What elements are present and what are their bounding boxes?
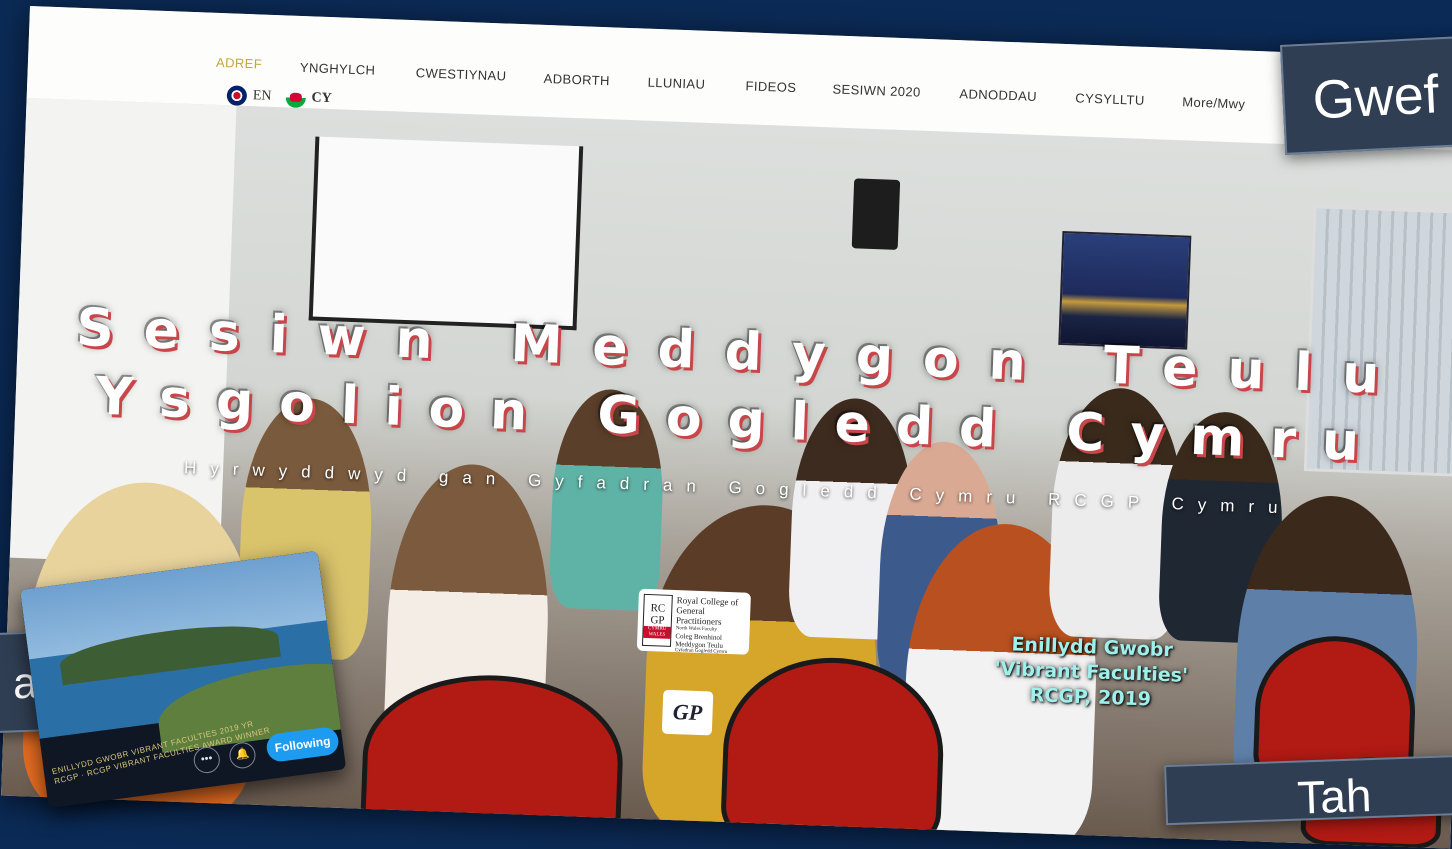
language-en[interactable]: EN bbox=[253, 88, 272, 105]
rcgp-logo: RC GP CYMRU WALES Royal College of Gener… bbox=[636, 588, 751, 655]
rcgp-mark-line3: CYMRU WALES bbox=[643, 625, 671, 639]
nav-item-adnoddau[interactable]: ADNODDAU bbox=[959, 86, 1037, 104]
nav-item-adborth[interactable]: ADBORTH bbox=[543, 71, 610, 88]
wales-flag-icon[interactable] bbox=[285, 87, 306, 109]
overlay-card-right: Gwef bbox=[1280, 35, 1452, 155]
nav-item-lluniau[interactable]: LLUNIAU bbox=[647, 75, 705, 92]
nav-item-fideos[interactable]: FIDEOS bbox=[745, 78, 796, 95]
language-cy[interactable]: CY bbox=[311, 90, 332, 107]
speaker bbox=[851, 178, 901, 250]
gp-badge: GP bbox=[661, 689, 714, 736]
nav-item-adref[interactable]: ADREF bbox=[216, 55, 263, 72]
castle-painting bbox=[1058, 230, 1192, 350]
nav-item-cwestiynau[interactable]: CWESTIYNAU bbox=[416, 65, 507, 83]
rcgp-logo-text: Royal College of General Practitioners N… bbox=[675, 595, 746, 655]
nav-item-ynghylch[interactable]: YNGHYLCH bbox=[300, 60, 376, 78]
more-options-button[interactable]: ••• bbox=[192, 745, 222, 775]
rcgp-mark-line1: RC bbox=[650, 602, 666, 615]
nav-item-cysylltu[interactable]: CYSYLLTU bbox=[1075, 90, 1145, 108]
rcgp-logo-line2: General Practitioners bbox=[675, 605, 722, 627]
uk-flag-icon[interactable] bbox=[226, 85, 248, 106]
nav-item-more[interactable]: More/Mwy bbox=[1182, 94, 1246, 111]
rcgp-mark: RC GP CYMRU WALES bbox=[641, 593, 673, 647]
notifications-bell-icon[interactable]: 🔔 bbox=[227, 740, 258, 770]
twitter-header-thumbnail: ENILLYDD GWOBR VIBRANT FACULTIES 2019 YR… bbox=[20, 550, 347, 809]
whiteboard bbox=[308, 136, 584, 331]
nav-item-sesiwn-2020[interactable]: SESIWN 2020 bbox=[832, 81, 921, 99]
overlay-card-bottom: Tah bbox=[1164, 754, 1452, 826]
rcgp-mark-line2: GP bbox=[650, 614, 665, 627]
award-text: Enillydd Gwobr 'Vibrant Faculties' RCGP,… bbox=[985, 632, 1198, 715]
